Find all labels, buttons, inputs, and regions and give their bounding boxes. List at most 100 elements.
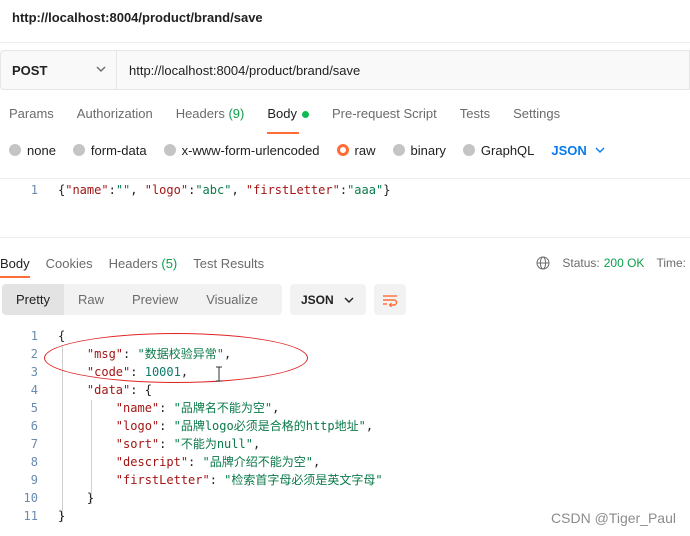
json-value: "品牌logo必须是合格的http地址" [173, 419, 366, 433]
code-line: 5 "name": "品牌名不能为空", [0, 399, 690, 417]
view-preview[interactable]: Preview [118, 284, 192, 315]
json-value: "abc" [195, 183, 232, 197]
tab-label: Body [267, 106, 297, 121]
tab-params[interactable]: Params [0, 102, 63, 130]
line-number: 8 [30, 455, 38, 469]
tab-pre-request-script[interactable]: Pre-request Script [323, 102, 446, 130]
line-number: 11 [23, 509, 38, 523]
radio-circle [163, 144, 176, 156]
method-select[interactable]: POST [0, 50, 116, 90]
request-body-editor[interactable]: 1 {"name":"", "logo":"abc", "firstLetter… [0, 178, 690, 238]
json-key: "sort" [115, 437, 160, 451]
comma: , [231, 183, 246, 197]
json-value: 10001 [144, 365, 181, 379]
brace: } [383, 183, 391, 197]
status-label: Status: [562, 256, 600, 270]
url-text: http://localhost:8004/product/brand/save [129, 62, 361, 78]
divider [0, 42, 690, 43]
json-value: "" [115, 183, 131, 197]
json-value: "aaa" [347, 183, 384, 197]
wrap-lines-icon [383, 294, 398, 307]
language-label: JSON [551, 142, 587, 158]
punctuation: , [252, 437, 261, 451]
json-key: "name" [65, 183, 109, 197]
line-number: 9 [30, 473, 38, 487]
watermark: CSDN @Tiger_Paul [551, 510, 676, 526]
tab-body[interactable]: Body [258, 102, 318, 134]
radio-circle [72, 144, 85, 156]
tab-label: Params [9, 106, 54, 121]
json-key: "logo" [115, 419, 160, 433]
code-line: 4 "data": { [0, 381, 690, 399]
chevron-down-icon [344, 297, 354, 303]
code-content: "code": 10001, [58, 363, 188, 381]
globe-icon[interactable] [536, 256, 550, 270]
body-type-options: none form-data x-www-form-urlencoded raw… [0, 138, 690, 162]
code-line: 9 "firstLetter": "检索首字母必须是英文字母" [0, 471, 690, 489]
colon: : [339, 183, 348, 197]
radio-label: form-data [90, 142, 147, 158]
tab-headers[interactable]: Headers (9) [167, 102, 254, 130]
json-key: "firstLetter" [245, 183, 340, 197]
radio-none[interactable]: none [9, 143, 56, 158]
code-line: 2 "msg": "数据校验异常", [0, 345, 690, 363]
json-key: "data" [86, 383, 131, 397]
radio-binary[interactable]: binary [392, 142, 446, 158]
headers-count: (5) [161, 255, 178, 271]
json-value: "数据校验异常" [137, 347, 224, 361]
url-input[interactable]: http://localhost:8004/product/brand/save [116, 50, 690, 90]
radio-urlencoded[interactable]: x-www-form-urlencoded [163, 142, 320, 158]
line-number: 10 [23, 491, 38, 505]
tab-label: Pre-request Script [331, 106, 437, 121]
language-select[interactable]: JSON [551, 142, 605, 158]
format-label: JSON [301, 292, 334, 307]
code-content: { [58, 327, 65, 345]
json-key: "logo" [144, 183, 189, 197]
status-area: Status: 200 OK Time: [536, 250, 686, 276]
radio-graphql[interactable]: GraphQL [462, 142, 535, 158]
line-number: 3 [30, 365, 38, 379]
radio-label: GraphQL [480, 142, 535, 158]
view-raw[interactable]: Raw [64, 284, 118, 315]
tab-label: Authorization [76, 106, 153, 121]
tab-tests[interactable]: Tests [451, 102, 499, 130]
url-bar: POST http://localhost:8004/product/brand… [0, 50, 690, 90]
view-pretty[interactable]: Pretty [2, 284, 64, 315]
json-key: "msg" [86, 347, 124, 361]
response-tab-body[interactable]: Body [0, 253, 30, 278]
code-content: "logo": "品牌logo必须是合格的http地址", [58, 417, 373, 435]
wrap-lines-button[interactable] [374, 284, 406, 315]
response-tab-cookies[interactable]: Cookies [46, 253, 93, 274]
radio-circle [9, 144, 21, 156]
json-value: "品牌名不能为空" [173, 401, 273, 415]
response-body-editor[interactable]: 1{2 "msg": "数据校验异常", 3 "code": 10001, 4 "d… [0, 326, 690, 526]
radio-circle [462, 144, 475, 156]
json-key: "code" [86, 365, 131, 379]
tab-label: Cookies [45, 255, 93, 271]
tab-label: Test Results [193, 255, 265, 271]
tab-authorization[interactable]: Authorization [68, 102, 162, 130]
code-content: "sort": "不能为null", [58, 435, 260, 453]
response-view-bar: Pretty Raw Preview Visualize JSON [0, 284, 690, 316]
headers-count: (9) [228, 106, 245, 121]
json-key: "firstLetter" [115, 473, 210, 487]
line-number: 4 [30, 383, 38, 397]
json-value: "检索首字母必须是英文字母" [224, 473, 383, 487]
radio-label: x-www-form-urlencoded [181, 142, 320, 158]
radio-label: binary [410, 142, 446, 158]
radio-circle [392, 144, 405, 156]
view-visualize[interactable]: Visualize [192, 284, 272, 315]
radio-raw[interactable]: raw [336, 143, 376, 158]
tab-settings[interactable]: Settings [504, 102, 569, 130]
response-tab-headers[interactable]: Headers (5) [109, 253, 178, 274]
code-content: "name": "品牌名不能为空", [58, 399, 280, 417]
response-tab-test-results[interactable]: Test Results [193, 253, 264, 274]
format-select[interactable]: JSON [290, 284, 366, 315]
radio-form-data[interactable]: form-data [72, 142, 147, 158]
punctuation: } [86, 491, 95, 505]
colon: : [159, 437, 174, 451]
